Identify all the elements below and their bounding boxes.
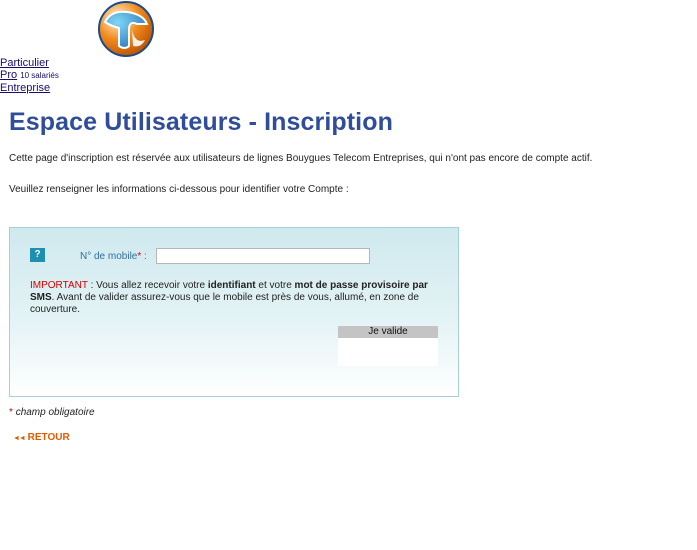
instruction-text: Veuillez renseigner les informations ci-… (9, 184, 349, 195)
legend-required-mark: * (9, 407, 13, 418)
segment-link-particulier[interactable]: Particulier (0, 57, 49, 69)
mobile-input[interactable] (156, 248, 370, 264)
intro-text: Cette page d'inscription est réservée au… (9, 153, 593, 164)
important-part-1: : Vous allez recevoir votre (87, 280, 208, 291)
back-link[interactable]: ◄◄ RETOUR (13, 432, 70, 443)
submit-button[interactable]: Je valide (338, 326, 438, 338)
back-arrows-icon: ◄◄ (13, 435, 26, 442)
segment-link-entreprise[interactable]: Entreprise (0, 82, 50, 94)
important-part-3: . Avant de valider assurez-vous que le m… (30, 292, 419, 315)
mobile-label-text: N° de mobile (80, 251, 138, 262)
required-legend: * champ obligatoire (9, 407, 95, 418)
important-notice: IMPORTANT : Vous allez recevoir votre id… (30, 280, 450, 316)
important-bold-1: identifiant (207, 280, 256, 291)
segment-link-pro[interactable]: Pro (0, 69, 17, 81)
segment-pro-sub: 10 salariés (20, 71, 59, 80)
mobile-label-suffix: : (141, 251, 147, 262)
mobile-label: N° de mobile* : (80, 251, 147, 262)
important-word: IMPORTANT (30, 280, 88, 291)
help-icon[interactable]: ? (30, 248, 45, 262)
bouygues-telecom-logo[interactable] (97, 0, 155, 58)
back-label: RETOUR (27, 432, 70, 443)
page-title: Espace Utilisateurs - Inscription (9, 108, 393, 136)
submit-area: Je valide (338, 326, 438, 366)
registration-form: ? N° de mobile* : IMPORTANT : Vous allez… (9, 227, 459, 397)
legend-text: champ obligatoire (15, 407, 95, 418)
segment-nav: Particulier Pro 10 salariés Entreprise (0, 57, 59, 94)
important-part-2: et votre (255, 280, 295, 291)
